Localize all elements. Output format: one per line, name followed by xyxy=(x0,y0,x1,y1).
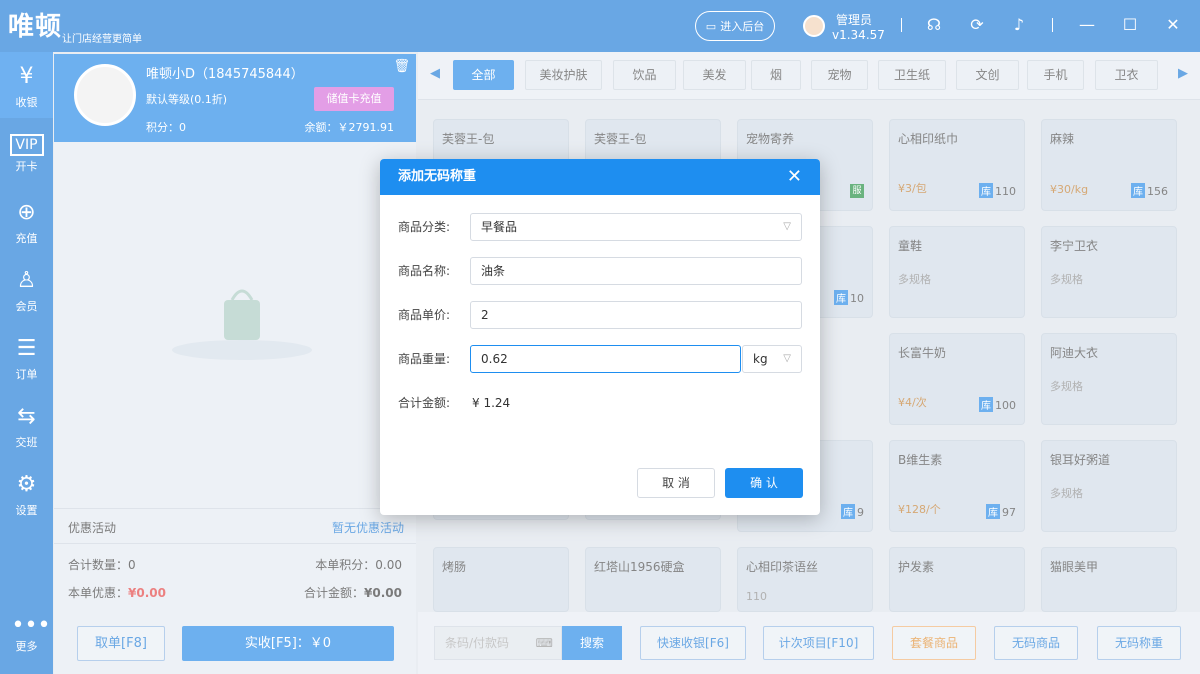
product-name-input[interactable]: 油条 xyxy=(470,257,802,285)
unit-value: kg xyxy=(753,352,768,366)
close-icon[interactable]: ✕ xyxy=(787,159,802,195)
category-value: 早餐品 xyxy=(481,220,518,234)
weight-label: 商品重量: xyxy=(398,352,451,366)
price-row: 商品单价: 2 xyxy=(398,301,802,329)
total-value: ¥ 1.24 xyxy=(472,396,511,410)
unit-price-input[interactable]: 2 xyxy=(470,301,802,329)
confirm-button[interactable]: 确 认 xyxy=(725,468,803,498)
name-label: 商品名称: xyxy=(398,264,451,278)
cancel-button[interactable]: 取 消 xyxy=(637,468,715,498)
name-row: 商品名称: 油条 xyxy=(398,257,802,285)
weight-row: 商品重量: 0.62 kg ▽ xyxy=(398,345,802,373)
category-label: 商品分类: xyxy=(398,220,451,234)
total-label: 合计金额: xyxy=(398,396,451,410)
category-row: 商品分类: 早餐品 ▽ xyxy=(398,213,802,241)
dialog-title: 添加无码称重 xyxy=(398,169,477,184)
weight-input[interactable]: 0.62 xyxy=(470,345,741,373)
add-nocode-weigh-dialog: 添加无码称重 ✕ 商品分类: 早餐品 ▽ 商品名称: 油条 商品单价: 2 商品… xyxy=(380,159,820,515)
dialog-header: 添加无码称重 ✕ xyxy=(380,159,820,195)
category-select[interactable]: 早餐品 ▽ xyxy=(470,213,802,241)
price-label: 商品单价: xyxy=(398,308,451,322)
total-row: 合计金额: ¥ 1.24 xyxy=(398,389,802,417)
chevron-down-icon: ▽ xyxy=(783,221,791,232)
chevron-down-icon: ▽ xyxy=(783,353,791,364)
unit-select[interactable]: kg ▽ xyxy=(742,345,802,373)
